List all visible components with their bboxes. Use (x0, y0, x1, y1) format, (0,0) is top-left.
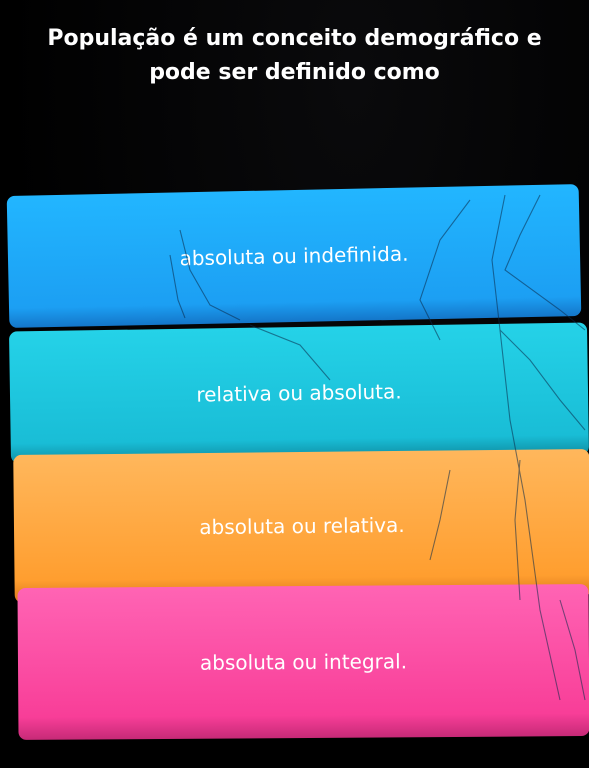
question-text: População é um conceito demográfico e po… (20, 22, 569, 90)
answer-option-c[interactable]: absoluta ou relativa. (13, 448, 589, 604)
answer-option-b[interactable]: relativa ou absoluta. (8, 322, 589, 464)
question-line-2: pode ser definido como (149, 60, 440, 85)
answer-option-b-label: relativa ou absoluta. (196, 379, 402, 407)
answer-option-d[interactable]: absoluta ou integral. (17, 584, 589, 740)
answer-option-a-label: absoluta ou indefinida. (179, 241, 409, 271)
answer-option-d-label: absoluta ou integral. (199, 649, 408, 675)
question-line-1: População é um conceito demográfico e (47, 26, 542, 51)
quiz-screen: População é um conceito demográfico e po… (0, 0, 589, 768)
answer-option-a[interactable]: absoluta ou indefinida. (6, 184, 582, 328)
answer-option-c-label: absoluta ou relativa. (199, 512, 405, 540)
